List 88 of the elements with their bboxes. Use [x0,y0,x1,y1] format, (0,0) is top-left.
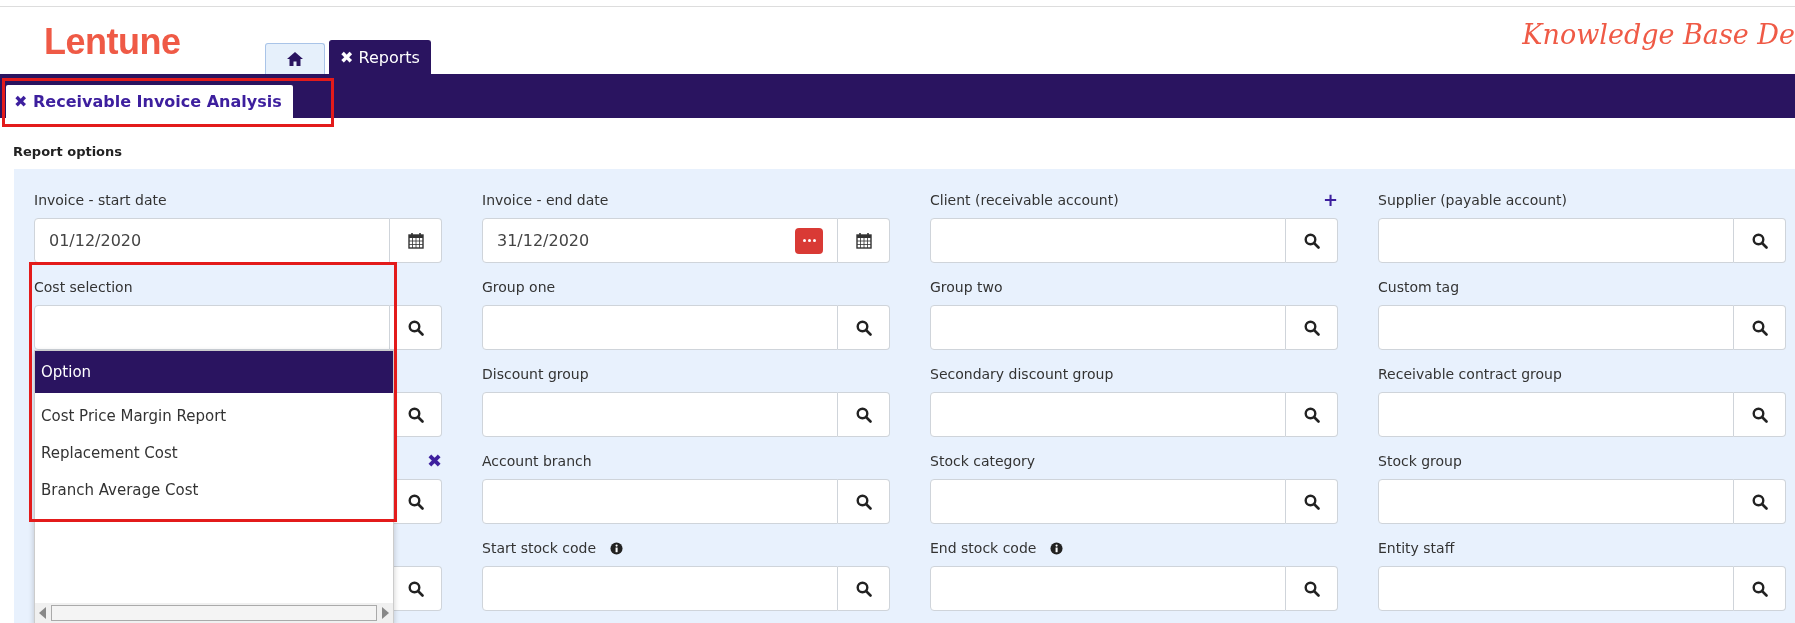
search-icon [1751,493,1768,510]
search-button[interactable] [838,479,890,524]
input-field[interactable] [930,566,1286,611]
search-button[interactable] [1734,305,1786,350]
search-icon [1303,232,1320,249]
field-label: Custom tag [1378,279,1460,295]
input-field[interactable]: 01/12/2020 [34,218,390,263]
search-button[interactable] [1734,566,1786,611]
field-label: Entity staff [1378,540,1455,556]
search-button[interactable] [1734,392,1786,437]
input-field[interactable] [1378,566,1734,611]
calendar-button[interactable] [838,218,890,263]
label-action[interactable]: + [1322,191,1338,209]
report-tab[interactable]: ✖ Receivable Invoice Analysis [6,85,293,118]
input-field[interactable] [930,392,1286,437]
field-label: Invoice - start date [34,192,167,208]
search-button[interactable] [838,305,890,350]
search-icon [1303,493,1320,510]
input-field[interactable] [1378,305,1734,350]
calendar-button[interactable] [390,218,442,263]
input-field[interactable] [1378,392,1734,437]
field-label: Client (receivable account) [930,192,1119,208]
field-label: Receivable contract group [1378,366,1562,382]
search-button[interactable] [1286,218,1338,263]
field-label: Stock category [930,453,1036,469]
dropdown-option[interactable]: Replacement Cost [35,434,393,471]
dropdown-option[interactable]: Branch Average Cost [35,471,393,508]
dropdown-option[interactable]: Option [35,351,393,393]
search-icon [1751,232,1768,249]
input-field[interactable]: 31/12/2020 [482,218,838,263]
search-button[interactable] [838,566,890,611]
search-icon [407,406,424,423]
input-field[interactable] [482,305,838,350]
input-field[interactable] [930,218,1286,263]
logo: Lentune [44,21,181,63]
dots-icon[interactable] [795,227,823,254]
field-label: Start stock code [482,540,597,556]
input-field[interactable] [1378,479,1734,524]
field-label: End stock code [930,540,1037,556]
search-icon [1303,580,1320,597]
search-icon [407,493,424,510]
field-label: Group two [930,279,1003,295]
calendar-icon [855,232,872,249]
input-field[interactable] [482,392,838,437]
search-icon [855,319,872,336]
input-field[interactable] [34,305,390,350]
field-label: Discount group [482,366,589,382]
dropdown-option[interactable]: Cost Price Margin Report [35,397,393,434]
label-action[interactable]: ✖ [426,452,442,470]
search-icon [1303,319,1320,336]
horizontal-scrollbar[interactable] [35,603,393,623]
search-button[interactable] [1286,566,1338,611]
right-arrow-icon[interactable] [381,607,389,619]
input-field[interactable] [930,479,1286,524]
field-label: Secondary discount group [930,366,1114,382]
search-icon [1751,580,1768,597]
input-field[interactable] [1378,218,1734,263]
field-label: Invoice - end date [482,192,609,208]
field-label: Cost selection [34,279,133,295]
section-title: Report options [13,144,124,161]
field-label: Group one [482,279,556,295]
search-icon [855,580,872,597]
reports-tab[interactable]: ✖ Reports [329,40,431,74]
search-button[interactable] [390,305,442,350]
search-icon [855,406,872,423]
search-icon [855,493,872,510]
left-arrow-icon[interactable] [39,607,47,619]
field-label: Account branch [482,453,592,469]
home-tab[interactable] [265,43,325,74]
search-button[interactable] [838,392,890,437]
search-button[interactable] [1286,305,1338,350]
input-field[interactable] [930,305,1286,350]
search-icon [1303,406,1320,423]
field-label: Supplier (payable account) [1378,192,1567,208]
input-field[interactable] [482,566,838,611]
home-icon [286,51,304,67]
search-button[interactable] [1286,479,1338,524]
search-button[interactable] [1734,218,1786,263]
input-field[interactable] [482,479,838,524]
field-label: Stock group [1378,453,1462,469]
search-icon [407,319,424,336]
search-icon [407,580,424,597]
search-button[interactable] [1734,479,1786,524]
search-icon [1751,319,1768,336]
tagline: Knowledge Base De [1522,19,1795,50]
search-button[interactable] [1286,392,1338,437]
calendar-icon [407,232,424,249]
search-icon [1751,406,1768,423]
